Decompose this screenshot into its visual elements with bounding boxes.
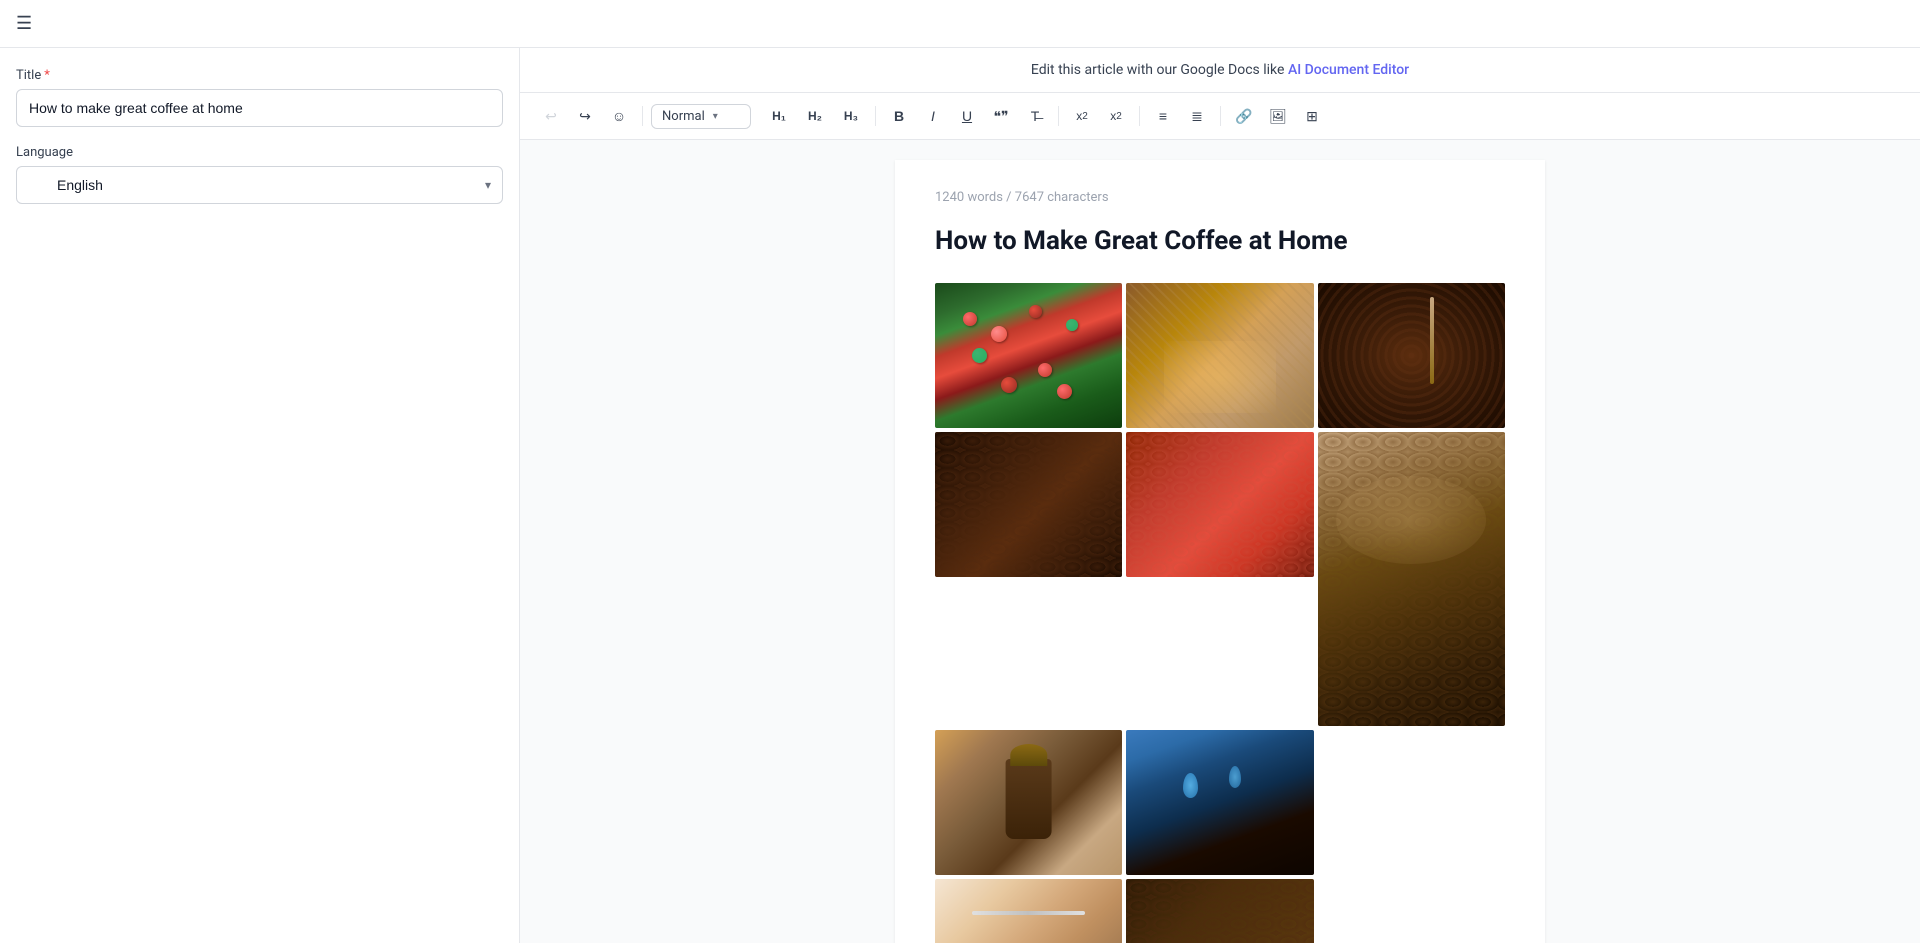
numbered-list-button[interactable]: ≣ xyxy=(1182,101,1212,131)
underline-button[interactable]: U xyxy=(952,101,982,131)
coffee-image-portafilter xyxy=(1318,432,1505,726)
article-title: How to Make Great Coffee at Home xyxy=(935,225,1505,259)
quote-button[interactable]: ❝❞ xyxy=(986,101,1016,131)
editor-content: 1240 words / 7647 characters How to Make… xyxy=(895,160,1545,943)
top-bar: ☰ xyxy=(0,0,1920,48)
left-panel: Title * Language 🇺🇸 English Spanish Fren… xyxy=(0,48,520,943)
coffee-pour-img xyxy=(1126,730,1313,875)
image-button[interactable]: 🖼 xyxy=(1263,101,1293,131)
toolbar-divider-3 xyxy=(1058,106,1059,126)
coffee-red-beans-img xyxy=(1126,432,1313,577)
language-select[interactable]: English Spanish French German Italian xyxy=(16,166,503,204)
redo-button[interactable]: ↪ xyxy=(570,101,600,131)
ai-document-editor-link[interactable]: AI Document Editor xyxy=(1288,62,1409,78)
coffee-image-grid-row3 xyxy=(935,730,1505,875)
title-required-indicator: * xyxy=(44,68,50,83)
coffee-image-berries xyxy=(935,283,1122,428)
menu-icon[interactable]: ☰ xyxy=(16,13,32,34)
bullet-list-button[interactable]: ≡ xyxy=(1148,101,1178,131)
title-label-text: Title xyxy=(16,68,41,83)
h3-button[interactable]: H₃ xyxy=(835,101,867,131)
toolbar-divider-4 xyxy=(1139,106,1140,126)
banner-text: Edit this article with our Google Docs l… xyxy=(1031,62,1285,78)
editor-body[interactable]: 1240 words / 7647 characters How to Make… xyxy=(520,140,1920,943)
bold-button[interactable]: B xyxy=(884,101,914,131)
coffee-image-green-beans xyxy=(1126,283,1313,428)
language-select-wrapper: 🇺🇸 English Spanish French German Italian… xyxy=(16,166,503,204)
coffee-dark-beans-img xyxy=(935,432,1122,577)
superscript-button[interactable]: x2 xyxy=(1101,101,1131,131)
h2-button[interactable]: H₂ xyxy=(799,101,831,131)
coffee-image-grid-row2 xyxy=(935,432,1505,726)
coffee-image-spoon xyxy=(935,879,1122,943)
emoji-button[interactable]: ☺ xyxy=(604,101,634,131)
undo-button[interactable]: ↩ xyxy=(536,101,566,131)
language-label: Language xyxy=(16,145,503,160)
editor-toolbar: ↩ ↪ ☺ Normal ▾ H₁ H₂ H₃ B I U ❝❞ T̶ x2 x… xyxy=(520,93,1920,140)
coffee-image-placeholder2 xyxy=(1126,879,1313,943)
coffee-image-grid-row4 xyxy=(935,879,1505,943)
main-layout: Title * Language 🇺🇸 English Spanish Fren… xyxy=(0,48,1920,943)
coffee-image-roaster xyxy=(1318,283,1505,428)
word-count: 1240 words / 7647 characters xyxy=(935,190,1505,205)
coffee-portafilter-img xyxy=(1318,432,1505,726)
coffee-green-beans-img xyxy=(1126,283,1313,428)
italic-button[interactable]: I xyxy=(918,101,948,131)
toolbar-divider-5 xyxy=(1220,106,1221,126)
coffee-spoon-img xyxy=(935,879,1122,943)
title-label: Title * xyxy=(16,68,503,83)
h1-button[interactable]: H₁ xyxy=(763,101,795,131)
coffee-image-dark-beans xyxy=(935,432,1122,577)
coffee-placeholder2-img xyxy=(1126,879,1313,943)
style-dropdown-chevron: ▾ xyxy=(713,111,718,122)
coffee-berries-img xyxy=(935,283,1122,428)
coffee-image-grid xyxy=(935,283,1505,428)
coffee-image-red-beans xyxy=(1126,432,1313,577)
coffee-grinder-img xyxy=(935,730,1122,875)
subscript-button[interactable]: x2 xyxy=(1067,101,1097,131)
link-button[interactable]: 🔗 xyxy=(1229,101,1259,131)
strikethrough-button[interactable]: T̶ xyxy=(1020,101,1050,131)
right-panel: Edit this article with our Google Docs l… xyxy=(520,48,1920,943)
style-dropdown[interactable]: Normal ▾ xyxy=(651,104,751,129)
table-button[interactable]: ⊞ xyxy=(1297,101,1327,131)
title-input[interactable] xyxy=(16,89,503,127)
editor-banner: Edit this article with our Google Docs l… xyxy=(520,48,1920,93)
coffee-image-grinder xyxy=(935,730,1122,875)
coffee-image-pour xyxy=(1126,730,1313,875)
style-dropdown-label: Normal xyxy=(662,109,705,124)
toolbar-divider-1 xyxy=(642,106,643,126)
coffee-roaster-img xyxy=(1318,283,1505,428)
toolbar-divider-2 xyxy=(875,106,876,126)
